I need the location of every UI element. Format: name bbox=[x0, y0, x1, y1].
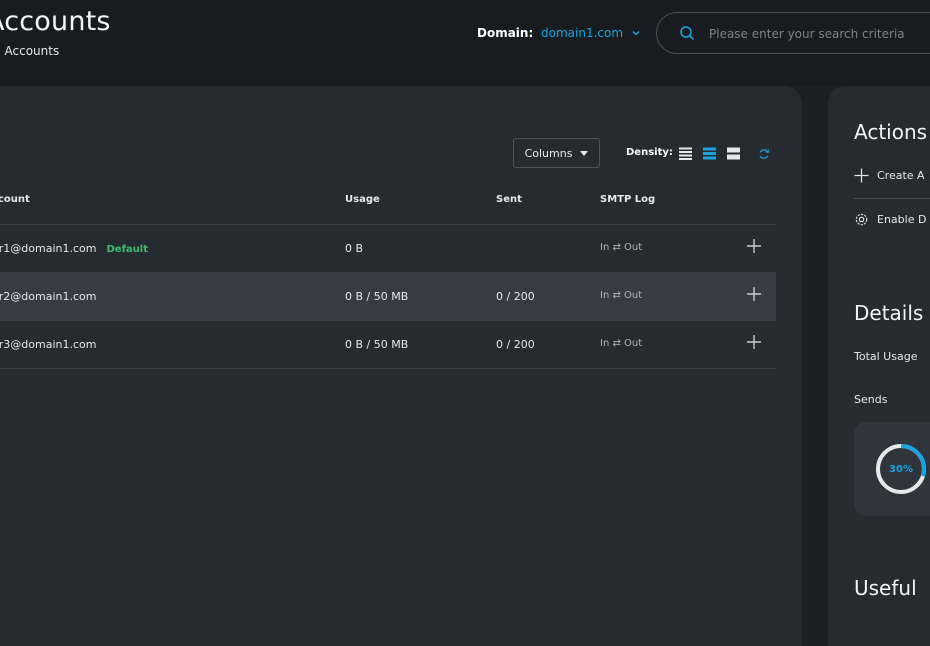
account-email[interactable]: er1@domain1.com Default bbox=[0, 242, 148, 255]
search-icon bbox=[680, 26, 695, 41]
usage-value: 0 B / 50 MB bbox=[345, 290, 409, 303]
search-input[interactable] bbox=[707, 23, 930, 45]
smtp-log-link[interactable]: In ⇄ Out bbox=[600, 290, 642, 301]
smtp-log-link[interactable]: In ⇄ Out bbox=[600, 242, 642, 253]
columns-label: Columns bbox=[524, 146, 573, 160]
sent-value: 0 / 200 bbox=[496, 338, 535, 351]
sent-value: 0 / 200 bbox=[496, 290, 535, 303]
page-title: Accounts bbox=[0, 6, 111, 37]
column-header-account[interactable]: ccount bbox=[0, 194, 30, 205]
create-account-label: Create A bbox=[877, 169, 925, 182]
page-subtitle: mail Accounts bbox=[0, 44, 60, 58]
column-header-smtp-log[interactable]: SMTP Log bbox=[600, 194, 655, 205]
sends-percent: 30% bbox=[889, 463, 913, 475]
density-comfortable-icon[interactable] bbox=[727, 147, 740, 160]
table-header: ccount Usage Sent SMTP Log bbox=[0, 186, 776, 225]
density-standard-icon[interactable] bbox=[703, 147, 716, 160]
table-row[interactable]: er2@domain1.com 0 B / 50 MB 0 / 200 In ⇄… bbox=[0, 273, 776, 321]
gear-icon bbox=[855, 213, 868, 226]
expand-row-plus-icon[interactable] bbox=[746, 334, 762, 350]
enable-action[interactable]: Enable D bbox=[854, 212, 926, 227]
table-row[interactable]: er1@domain1.com Default 0 B In ⇄ Out bbox=[0, 225, 776, 273]
domain-select[interactable]: domain1.com bbox=[541, 26, 641, 40]
columns-button[interactable]: Columns bbox=[513, 138, 600, 168]
density-compact-icon[interactable] bbox=[679, 147, 692, 160]
expand-row-plus-icon[interactable] bbox=[746, 238, 762, 254]
column-header-usage[interactable]: Usage bbox=[345, 194, 380, 205]
usage-value: 0 B / 50 MB bbox=[345, 338, 409, 351]
top-bar: Accounts mail Accounts Domain: domain1.c… bbox=[0, 0, 930, 86]
default-badge: Default bbox=[106, 244, 148, 255]
table-row[interactable]: er3@domain1.com 0 B / 50 MB 0 / 200 In ⇄… bbox=[0, 321, 776, 369]
expand-row-plus-icon[interactable] bbox=[746, 286, 762, 302]
smtp-log-link[interactable]: In ⇄ Out bbox=[600, 338, 642, 349]
total-usage-label: Total Usage bbox=[854, 350, 918, 363]
account-email-text: er1@domain1.com bbox=[0, 242, 97, 255]
account-email[interactable]: er3@domain1.com bbox=[0, 338, 96, 351]
accounts-panel: Columns Density: ccount Usage Sent SMTP … bbox=[0, 86, 802, 646]
details-title: Details bbox=[854, 301, 924, 325]
actions-divider bbox=[854, 198, 930, 199]
create-account-action[interactable]: Create A bbox=[854, 168, 925, 183]
usage-value: 0 B bbox=[345, 242, 364, 255]
sends-label: Sends bbox=[854, 393, 888, 406]
search-box[interactable] bbox=[656, 12, 930, 54]
domain-label: Domain: bbox=[477, 26, 534, 40]
actions-title: Actions bbox=[854, 120, 928, 144]
side-panel: Actions Create A Enable D Details Total … bbox=[828, 86, 930, 646]
sends-card: 30% bbox=[854, 422, 930, 516]
enable-label: Enable D bbox=[877, 213, 927, 226]
plus-icon bbox=[854, 168, 869, 183]
caret-down-icon bbox=[580, 150, 589, 156]
column-header-sent[interactable]: Sent bbox=[496, 194, 522, 205]
useful-title: Useful bbox=[854, 576, 917, 600]
chevron-down-icon bbox=[632, 30, 640, 36]
domain-value: domain1.com bbox=[541, 26, 624, 40]
account-email[interactable]: er2@domain1.com bbox=[0, 290, 96, 303]
density-label: Density: bbox=[626, 147, 673, 158]
refresh-icon[interactable] bbox=[758, 148, 770, 160]
